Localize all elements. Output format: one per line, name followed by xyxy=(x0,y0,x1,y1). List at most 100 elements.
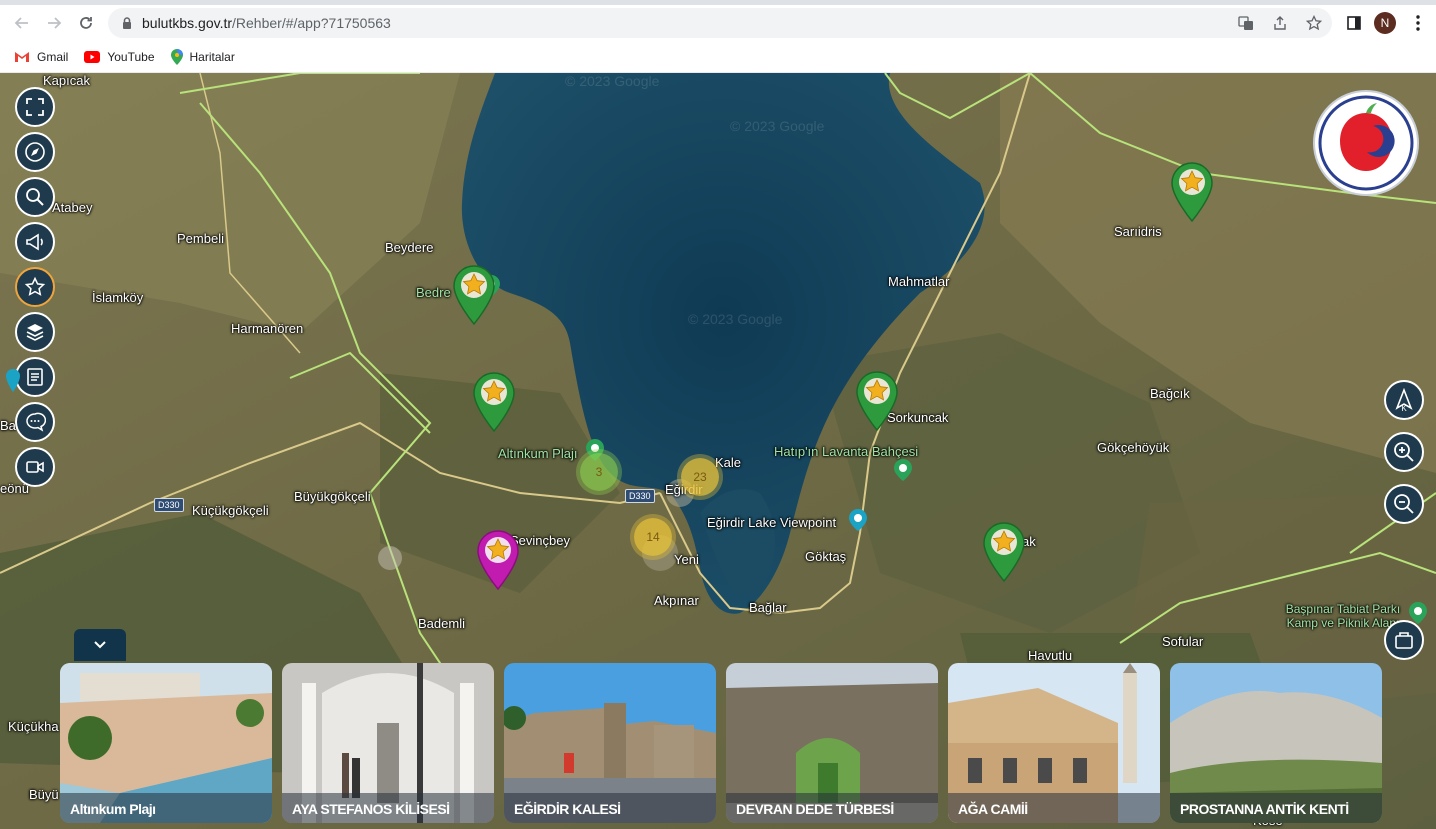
partial-pin-icon[interactable] xyxy=(6,369,20,395)
garden-poi-icon[interactable] xyxy=(894,459,912,481)
place-label: Pembeli xyxy=(177,231,224,246)
star-pin-green[interactable] xyxy=(1170,161,1214,223)
map-view[interactable]: © 2023 Google © 2023 Google © 2023 Googl… xyxy=(0,73,1436,829)
place-label: Yeni xyxy=(674,552,699,567)
star-pin-green[interactable] xyxy=(855,370,899,432)
bookmark-label: YouTube xyxy=(107,49,155,64)
marker-cluster[interactable]: 23 xyxy=(681,458,719,496)
video-camera-icon xyxy=(26,461,44,473)
place-label: Atabey xyxy=(52,200,93,215)
search-icon xyxy=(26,188,44,206)
browser-toolbar: bulutkbs.gov.tr/Rehber/#/app?71750563 N xyxy=(0,5,1436,41)
basket-icon xyxy=(1395,632,1413,649)
address-bar[interactable]: bulutkbs.gov.tr/Rehber/#/app?71750563 xyxy=(108,8,1332,38)
bookmark-gmail[interactable]: Gmail xyxy=(14,50,68,64)
star-pin-green[interactable] xyxy=(452,264,496,326)
megaphone-icon xyxy=(26,233,43,251)
place-label: Küçükha xyxy=(8,719,59,734)
camera-poi-icon[interactable] xyxy=(849,509,867,531)
place-label: Kale xyxy=(715,455,742,470)
place-label: Küçükgökçeli xyxy=(192,503,269,518)
arrow-right-icon xyxy=(48,17,62,29)
cluster-count: 14 xyxy=(646,530,660,544)
translate-icon[interactable] xyxy=(1236,13,1256,33)
road-badge: D330 xyxy=(154,498,184,512)
north-arrow-button[interactable]: K xyxy=(1384,380,1424,420)
cluster-count: 23 xyxy=(693,470,707,484)
list-document-icon xyxy=(27,368,43,386)
poi-card[interactable]: AĞA CAMİİ xyxy=(948,663,1160,823)
chat-button[interactable] xyxy=(15,402,55,442)
place-label: Büyü xyxy=(29,787,59,802)
bookmark-maps[interactable]: Haritalar xyxy=(170,48,235,65)
place-label: Akpınar xyxy=(654,593,699,608)
url-host: bulutkbs.gov.tr xyxy=(142,15,233,31)
map-watermark: © 2023 Google xyxy=(688,311,783,327)
zoom-out-icon xyxy=(1394,494,1414,514)
layers-button[interactable] xyxy=(15,312,55,352)
poi-card[interactable]: DEVRAN DEDE TÜRBESİ xyxy=(726,663,938,823)
zoom-in-button[interactable] xyxy=(1384,432,1424,472)
bookmark-youtube[interactable]: YouTube xyxy=(84,49,155,64)
poi-card[interactable]: AYA STEFANOS KİLİSESİ xyxy=(282,663,494,823)
profile-avatar[interactable]: N xyxy=(1374,12,1396,34)
place-label: Bağlar xyxy=(749,600,787,615)
map-watermark: © 2023 Google xyxy=(565,73,660,89)
chevron-down-icon xyxy=(94,641,106,649)
forward-button[interactable] xyxy=(38,7,70,39)
place-label: Gökçehöyük xyxy=(1097,440,1170,455)
place-label: Havutlu xyxy=(1028,648,1073,663)
collapse-cards-button[interactable] xyxy=(74,629,126,661)
video-button[interactable] xyxy=(15,447,55,487)
side-panel-icon[interactable] xyxy=(1344,13,1364,33)
place-label: Sofular xyxy=(1162,634,1204,649)
star-pin-magenta[interactable] xyxy=(476,529,520,591)
maps-icon xyxy=(170,48,183,65)
map-watermark: © 2023 Google xyxy=(730,118,825,134)
arrow-left-icon xyxy=(14,17,28,29)
youtube-icon xyxy=(84,50,101,63)
star-pin-green[interactable] xyxy=(472,371,516,433)
card-title: Altınkum Plajı xyxy=(60,793,272,823)
fullscreen-button[interactable] xyxy=(15,87,55,127)
bookmarks-bar: Gmail YouTube Haritalar xyxy=(0,41,1436,73)
poi-card[interactable]: EĞİRDİR KALESİ xyxy=(504,663,716,823)
kebab-menu-icon[interactable] xyxy=(1408,13,1428,33)
search-button[interactable] xyxy=(15,177,55,217)
announcements-button[interactable] xyxy=(15,222,55,262)
place-label: Büyükgökçeli xyxy=(294,489,371,504)
reload-button[interactable] xyxy=(70,7,102,39)
gmail-icon xyxy=(15,51,29,62)
back-button[interactable] xyxy=(6,7,38,39)
url-path: /Rehber/#/app?71750563 xyxy=(232,15,391,31)
marker-cluster[interactable]: 14 xyxy=(634,518,672,556)
place-label: Bademli xyxy=(418,616,465,631)
star-pin-green[interactable] xyxy=(982,521,1026,583)
place-label: Harmanören xyxy=(231,321,304,336)
place-label: Sarıidris xyxy=(1114,224,1162,239)
guide-button[interactable] xyxy=(15,357,55,397)
compass-icon xyxy=(25,142,45,162)
place-label: Ba xyxy=(0,418,16,433)
zoom-out-button[interactable] xyxy=(1384,484,1424,524)
fullscreen-icon xyxy=(26,98,44,116)
bookmark-label: Gmail xyxy=(37,49,69,64)
place-label: Mahmatlar xyxy=(888,274,950,289)
marker-cluster[interactable]: 3 xyxy=(580,453,618,491)
place-label: Beydere xyxy=(385,240,434,255)
poi-card[interactable]: Altınkum Plajı xyxy=(60,663,272,823)
bookmark-star-icon[interactable] xyxy=(1304,13,1324,33)
basemap-button[interactable] xyxy=(1384,620,1424,660)
compass-button[interactable] xyxy=(15,132,55,172)
north-label: K xyxy=(1401,404,1407,413)
place-label: Hatıp'ın Lavanta Bahçesi xyxy=(774,444,919,459)
favorites-button[interactable] xyxy=(15,267,55,307)
poi-card[interactable]: PROSTANNA ANTİK KENTİ xyxy=(1170,663,1382,823)
card-title: PROSTANNA ANTİK KENTİ xyxy=(1170,793,1382,823)
lock-icon xyxy=(123,17,131,29)
place-label: Göktaş xyxy=(805,549,847,564)
poi-carousel: Altınkum Plajı AYA STEFANOS KİLİSESİ EĞİ… xyxy=(60,663,1382,823)
share-icon[interactable] xyxy=(1270,13,1290,33)
card-title: DEVRAN DEDE TÜRBESİ xyxy=(726,793,938,823)
cluster-count: 3 xyxy=(595,465,603,479)
